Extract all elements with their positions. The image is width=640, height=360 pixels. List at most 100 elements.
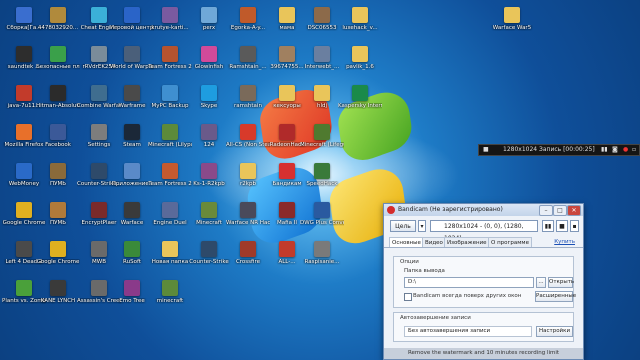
desktop-icon[interactable]: Minecraft (Lifeguard)	[300, 123, 344, 163]
desktop-icon[interactable]: Warface War5	[490, 6, 534, 46]
desktop-icon[interactable]: All-CS (Non Steam)	[226, 123, 270, 163]
bandicam-titlebar[interactable]: Bandicam (Не зарегистрировано) – □ ✕	[384, 204, 583, 216]
desktop-icon-label: Skype	[200, 103, 218, 109]
app-icon	[314, 85, 330, 101]
app-icon	[279, 124, 295, 140]
desktop-icon[interactable]: KANE LYNCH	[36, 279, 80, 319]
desktop-icon[interactable]: 4478032920...	[36, 6, 80, 46]
app-icon	[279, 46, 295, 62]
desktop-icon[interactable]: MyPC Backup	[148, 84, 192, 124]
app-icon	[91, 46, 107, 62]
desktop-icon[interactable]: Engine Duel	[148, 201, 192, 241]
minimize-button[interactable]: –	[539, 205, 553, 216]
stop-record-icon[interactable]: ●	[623, 145, 628, 155]
tab-video[interactable]: Видео	[422, 237, 446, 247]
tab-about[interactable]: О программе	[488, 237, 532, 247]
desktop-icon[interactable]: Counter-Strike	[187, 240, 231, 280]
desktop-icon[interactable]: ПУМЬ	[36, 201, 80, 241]
desktop-icon[interactable]: perx	[187, 6, 231, 46]
desktop-icon[interactable]: r2kpb	[226, 162, 270, 202]
app-icon	[124, 7, 140, 23]
app-icon	[314, 163, 330, 179]
desktop-icon[interactable]: Facebook	[36, 123, 80, 163]
app-icon	[240, 7, 256, 23]
desktop-icon-label: krutye-karti...	[151, 25, 189, 31]
desktop-icon[interactable]: Minecraft	[187, 201, 231, 241]
desktop-icon[interactable]: DWG Plus Converter	[300, 201, 344, 241]
desktop-icon-label: Team Fortress 2	[148, 181, 192, 187]
desktop-icon-label: Raspisanie...	[304, 259, 340, 265]
desktop-icon[interactable]: Glowinfish	[187, 45, 231, 85]
desktop-icon[interactable]: Team Fortress 2	[148, 162, 192, 202]
desktop-icon[interactable]: Team Fortress 2	[148, 45, 192, 85]
app-icon	[314, 202, 330, 218]
desktop-icon-label: KANE LYNCH	[40, 298, 76, 304]
app-icon	[240, 163, 256, 179]
app-icon	[16, 46, 32, 62]
advanced-button[interactable]: Расширенные	[535, 291, 576, 302]
target-toolbar: Цель ▾ 1280x1024 - (0, 0), (1280, 1024) …	[384, 220, 583, 242]
app-icon	[16, 202, 32, 218]
tab-general[interactable]: Основные	[389, 237, 424, 247]
watermark-notice[interactable]: Remove the watermark and 10 minutes reco…	[384, 348, 583, 359]
pause-button[interactable]: ▮▮	[542, 220, 554, 232]
app-icon	[162, 163, 178, 179]
desktop-icon[interactable]: Безопасные платежи	[36, 45, 80, 85]
maximize-button[interactable]: □	[553, 205, 567, 216]
browse-button[interactable]: ...	[536, 277, 546, 288]
desktop-icon-label: Glowinfish	[194, 64, 224, 70]
desktop-icon[interactable]: ramshtain	[226, 84, 270, 124]
target-button[interactable]: Цель	[390, 220, 416, 232]
pause-icon[interactable]: ▮▮	[601, 145, 608, 155]
desktop-icon[interactable]: Kaspersky Internet Se...	[338, 84, 382, 124]
app-icon	[50, 241, 66, 257]
always-on-top-checkbox[interactable]	[404, 293, 412, 301]
app-icon	[162, 241, 178, 257]
app-icon	[162, 202, 178, 218]
desktop-icon[interactable]: Skype	[187, 84, 231, 124]
desktop-icon[interactable]: ПУМЬ	[36, 162, 80, 202]
desktop-icon[interactable]: minecraft	[148, 279, 192, 319]
buy-link[interactable]: Купить	[554, 237, 575, 247]
desktop-icon[interactable]: 124	[187, 123, 231, 163]
app-icon	[50, 46, 66, 62]
desktop-icon-label: ПУМЬ	[49, 181, 66, 187]
desktop-icon-label: Безопасные платежи	[36, 64, 80, 70]
desktop-icon-label: MyPC Backup	[151, 103, 189, 109]
autostop-title: Автозавершение записи	[400, 315, 471, 321]
desktop-icon[interactable]: Ramshtain_...	[226, 45, 270, 85]
target-info: 1280x1024 - (0, 0), (1280, 1024)	[430, 220, 538, 242]
desktop-icon[interactable]: Egorka-A-y...	[226, 6, 270, 46]
target-dropdown-icon[interactable]: ▾	[418, 220, 426, 232]
desktop-icon[interactable]: Minecraft (Lilypad)	[148, 123, 192, 163]
app-icon	[124, 241, 140, 257]
tab-image[interactable]: Изображение	[444, 237, 490, 247]
desktop-icon-label: perx	[202, 25, 216, 31]
desktop-icon[interactable]: luxehack_v...	[338, 6, 382, 46]
desktop-icon[interactable]: Crossfire	[226, 240, 270, 280]
minimize-overlay-icon[interactable]: ▫	[632, 145, 636, 155]
close-button[interactable]: ✕	[567, 205, 581, 216]
open-folder-button[interactable]: Открыть	[548, 277, 574, 288]
desktop-icon[interactable]: Ks-1-R2kpb	[187, 162, 231, 202]
autostop-settings-button[interactable]: Настройки	[536, 326, 573, 337]
output-folder-input[interactable]: D:\	[404, 277, 534, 288]
app-icon	[201, 46, 217, 62]
stop-button[interactable]: ■	[556, 220, 568, 232]
app-icon	[91, 124, 107, 140]
desktop-icon-label: ramshtain	[234, 103, 262, 109]
desktop-icon[interactable]: Google Chrome	[36, 240, 80, 280]
desktop-icon[interactable]: pavlik_1.6	[338, 45, 382, 85]
desktop-icon[interactable]: Warface NR Hackin..	[226, 201, 270, 241]
snapshot-button[interactable]: ▪	[570, 220, 579, 232]
camera-icon[interactable]: ◙	[612, 145, 618, 155]
desktop-icon[interactable]: Hitman-Absolution	[36, 84, 80, 124]
desktop-icon[interactable]: Raspisanie...	[300, 240, 344, 280]
desktop-icon[interactable]: krutye-karti...	[148, 6, 192, 46]
bandicam-tabs: Основные Видео Изображение О программе К…	[384, 237, 583, 248]
app-icon	[352, 7, 368, 23]
desktop-icon[interactable]: SpeedHack	[300, 162, 344, 202]
desktop-icon[interactable]: Новая папка	[148, 240, 192, 280]
desktop-icon-label: Hitman-Absolution	[36, 103, 80, 109]
app-icon	[124, 202, 140, 218]
